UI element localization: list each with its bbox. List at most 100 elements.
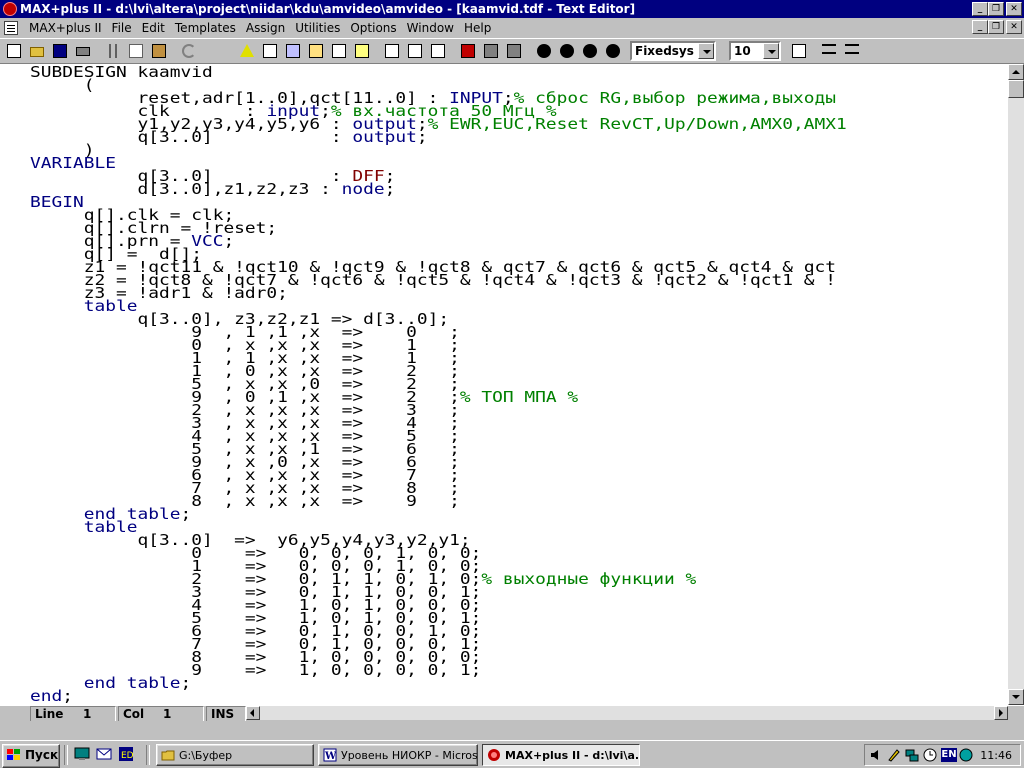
chevron-down-icon[interactable] [763,43,779,59]
task-label: Уровень НИОКР - Micros... [341,749,478,762]
outlook-icon[interactable] [96,746,114,764]
child-minimize-button[interactable]: _ [972,20,988,34]
outdent-icon[interactable] [842,41,862,61]
menu-edit[interactable]: Edit [137,21,170,35]
code-comment: % ТОП МПА % [459,388,579,406]
code-line[interactable]: d[3..0],z1,z2,z3 : node; [30,180,1024,198]
floorplan-icon[interactable] [283,41,303,61]
goto-icon[interactable] [557,41,577,61]
start-label: Пуск [25,748,59,762]
cut-icon[interactable] [103,41,123,61]
new-icon[interactable] [4,41,24,61]
replace-icon[interactable] [534,41,554,61]
hierarchy-up-icon[interactable] [260,41,280,61]
menu-file[interactable]: File [107,21,137,35]
task-word-document[interactable]: W Уровень НИОКР - Micros... [318,744,478,766]
code-line[interactable]: end table; [30,674,1024,692]
scroll-thumb[interactable] [1008,80,1024,98]
volume-icon[interactable] [869,748,883,762]
child-restore-button[interactable]: ❐ [988,20,1004,34]
vertical-scrollbar[interactable] [1008,64,1024,705]
copy-icon[interactable] [126,41,146,61]
timing-icon[interactable] [352,41,372,61]
menu-options[interactable]: Options [345,21,401,35]
save-compile-icon[interactable] [428,41,448,61]
binoculars-icon[interactable] [580,41,600,61]
text-editor[interactable]: SUBDESIGN kaamvid ( reset,adr[1..0],qct[… [0,64,1024,705]
task-buffer-folder[interactable]: G:\Буфер [156,744,314,766]
programmer-icon[interactable] [382,41,402,61]
scroll-down-icon[interactable] [1008,689,1024,705]
windows-logo-icon [7,749,21,761]
clock[interactable]: 11:46 [980,749,1012,762]
child-close-button[interactable]: ✕ [1006,20,1022,34]
pen-icon[interactable] [887,748,901,762]
maxplus-app-icon[interactable] [3,2,17,16]
code-keyword: end [30,687,63,704]
font-name-select[interactable]: Fixedsys [630,41,716,61]
horizontal-scrollbar[interactable] [246,706,1008,720]
menu-assign[interactable]: Assign [241,21,290,35]
minimize-button[interactable]: _ [972,2,988,16]
font-size-select[interactable]: 10 [729,41,781,61]
code-keyword: output [352,128,417,146]
open-icon[interactable] [27,41,47,61]
paste-icon[interactable] [149,41,169,61]
start-button[interactable]: Пуск [2,744,60,768]
menu-utilities[interactable]: Utilities [290,21,345,35]
restore-button[interactable]: ❐ [988,2,1004,16]
media-icon[interactable]: ED [118,746,136,764]
code-comment: % выходные функции % [481,570,697,588]
save-check-icon[interactable] [405,41,425,61]
taskbar: Пуск ED G:\Буфер W Уровень НИОКР - Micro… [0,740,1024,768]
code-area[interactable]: SUBDESIGN kaamvid ( reset,adr[1..0],qct[… [30,66,1024,704]
line-label: Line [35,707,64,721]
font-name-value: Fixedsys [635,44,694,58]
maxplus-icon [487,748,501,762]
scroll-up-icon[interactable] [1008,64,1024,80]
find-icon[interactable] [481,41,501,61]
scroll-right-icon[interactable] [994,706,1008,720]
indent-icon[interactable] [819,41,839,61]
word-icon: W [323,748,337,762]
taskbar-separator [146,745,150,765]
code-line[interactable]: end table; [30,505,1024,523]
save-icon[interactable] [50,41,70,61]
binoculars-next-icon[interactable] [603,41,623,61]
mdi-background [0,721,1024,740]
code-text: ; [180,674,192,692]
svg-text:ED: ED [121,751,134,761]
scroll-left-icon[interactable] [246,706,260,720]
menu-maxplus[interactable]: MAX+plus II [24,21,107,35]
menu-help[interactable]: Help [459,21,496,35]
desktop-icon[interactable] [74,746,92,764]
language-icon[interactable] [959,748,973,762]
chevron-down-icon[interactable] [698,43,714,59]
window-title: MAX+plus II - d:\lvi\altera\project\niid… [20,2,636,16]
close-button[interactable]: ✕ [1006,2,1022,16]
compile-icon[interactable] [306,41,326,61]
task-maxplus[interactable]: MAX+plus II - d:\lvi\a... [482,744,640,766]
code-text: ; [384,180,396,198]
print-setup-icon[interactable] [789,41,809,61]
folder-icon [161,748,175,762]
menu-templates[interactable]: Templates [170,21,241,35]
warning-icon[interactable] [237,41,257,61]
save-simulate-icon[interactable] [458,41,478,61]
language-indicator[interactable]: EN [941,748,957,762]
code-comment: % сброс RG,выбор режима,выходы [513,89,837,107]
undo-icon[interactable] [179,41,199,61]
document-system-icon[interactable] [4,21,18,35]
network-icon[interactable] [905,748,919,762]
col-indicator: Col 1 [118,706,204,722]
code-line[interactable]: SUBDESIGN kaamvid [30,66,1024,80]
menu-window[interactable]: Window [402,21,459,35]
clock-app-icon[interactable] [923,748,937,762]
simulate-icon[interactable] [329,41,349,61]
title-bar[interactable]: MAX+plus II - d:\lvi\altera\project\niid… [0,0,1024,18]
print-icon[interactable] [73,41,93,61]
code-text: ; [180,505,192,523]
line-value: 1 [83,707,92,721]
find-next-icon[interactable] [504,41,524,61]
code-keyword: node [341,180,385,198]
